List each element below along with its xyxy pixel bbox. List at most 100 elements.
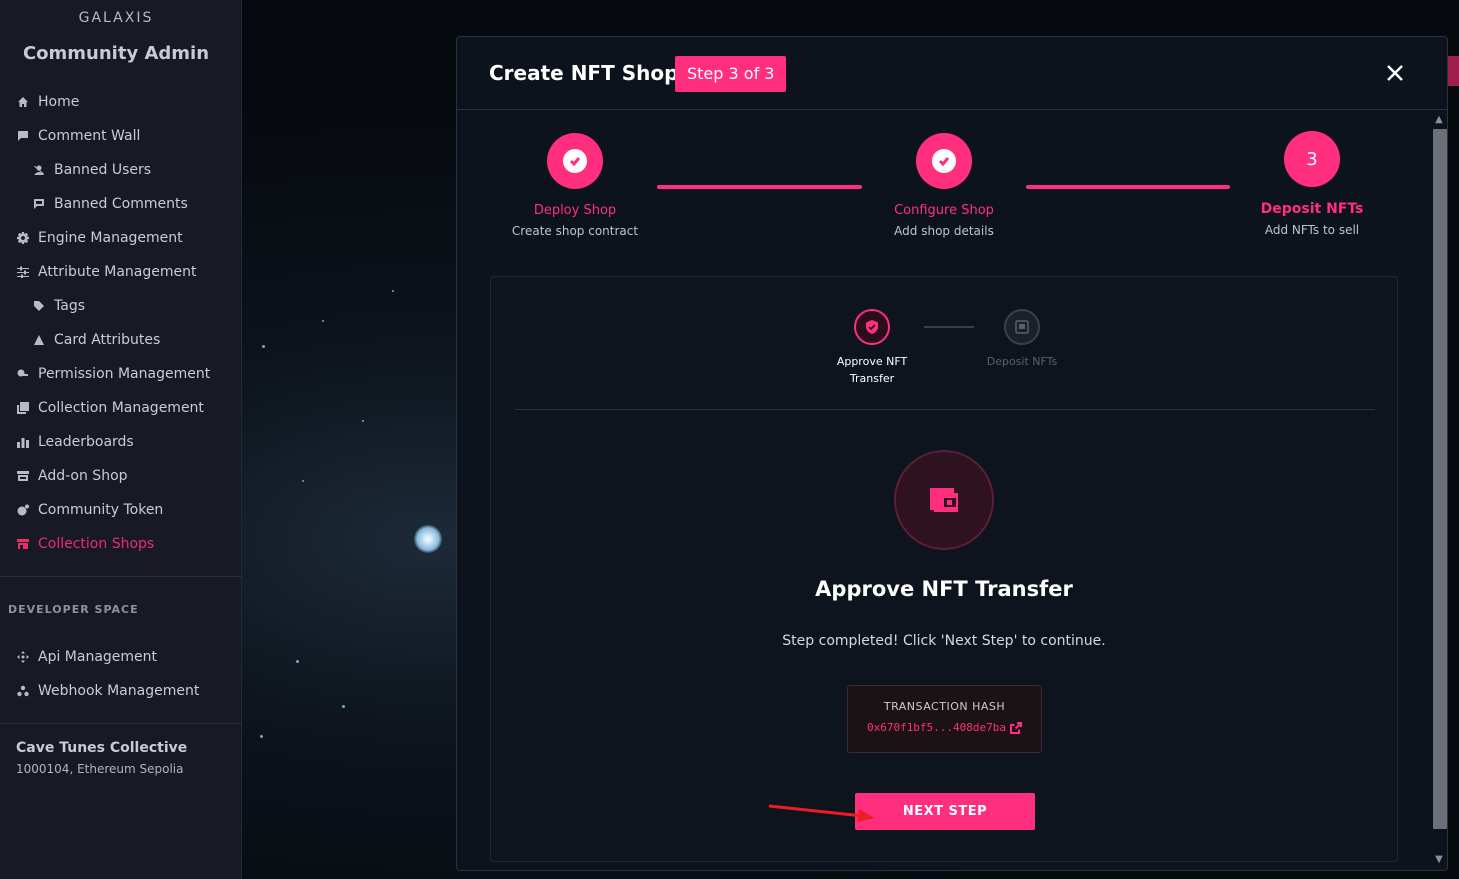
- sliders-icon: [16, 265, 30, 279]
- sidebar-item-label: Collection Shops: [38, 536, 155, 552]
- step-label: Deploy Shop: [533, 203, 617, 218]
- sidebar-item-label: Collection Management: [38, 400, 204, 416]
- sidebar-item-banned-comments[interactable]: Banned Comments: [0, 187, 242, 221]
- sidebar-item-label: Add-on Shop: [38, 468, 128, 484]
- sidebar-item-label: Banned Users: [54, 162, 152, 178]
- step-desc: Create shop contract: [511, 224, 639, 238]
- step-label: Deposit NFTs: [1260, 201, 1364, 217]
- sidebar-item-collection-shops[interactable]: Collection Shops: [0, 527, 242, 561]
- sidebar-item-addon-shop[interactable]: Add-on Shop: [0, 459, 242, 493]
- comment-icon: [16, 129, 30, 143]
- shop-icon: [16, 469, 30, 483]
- sidebar-item-label: Tags: [54, 298, 85, 314]
- sidebar-item-webhook-management[interactable]: Webhook Management: [0, 674, 242, 708]
- external-link-icon: [1010, 721, 1023, 734]
- step-active-circle: 3: [1284, 131, 1340, 187]
- deposit-icon: [1004, 309, 1040, 345]
- sidebar-item-label: Engine Management: [38, 230, 183, 246]
- hash-value: 0x670f1bf5...408de7ba: [866, 721, 1007, 734]
- sidebar-item-api-management[interactable]: Api Management: [0, 640, 242, 674]
- modal-scrollbar[interactable]: ▲ ▼: [1431, 111, 1447, 870]
- sidebar-item-label: Comment Wall: [38, 128, 141, 144]
- scroll-up-icon[interactable]: ▲: [1434, 115, 1444, 125]
- key-icon: [16, 367, 30, 381]
- wallet-icon: [894, 450, 994, 550]
- sidebar-item-tags[interactable]: Tags: [0, 289, 242, 323]
- annotation-arrow: [768, 804, 875, 822]
- star: [260, 735, 263, 738]
- step-desc: Add shop details: [894, 224, 994, 238]
- card-divider: [515, 409, 1375, 410]
- banned-comment-icon: [32, 197, 46, 211]
- api-icon: [16, 650, 30, 664]
- planet-graphic: [414, 525, 442, 553]
- sidebar-item-label: Permission Management: [38, 366, 211, 382]
- community-name: Cave Tunes Collective: [16, 740, 188, 756]
- token-icon: [16, 503, 30, 517]
- sidebar-item-label: Banned Comments: [54, 196, 188, 212]
- sidebar-item-collection-management[interactable]: Collection Management: [0, 391, 242, 425]
- next-step-button[interactable]: NEXT STEP: [855, 793, 1035, 830]
- check-icon: [932, 149, 956, 173]
- scrollbar-thumb[interactable]: [1433, 129, 1447, 829]
- step-deploy-shop: Deploy Shop Create shop contract: [485, 133, 665, 238]
- star: [322, 320, 324, 322]
- substep-approve-transfer: Approve NFT Transfer: [817, 309, 927, 387]
- sidebar-item-engine-management[interactable]: Engine Management: [0, 221, 242, 255]
- star: [296, 660, 299, 663]
- bar-chart-icon: [16, 435, 30, 449]
- sidebar-item-comment-wall[interactable]: Comment Wall: [0, 119, 242, 153]
- galaxis-logo: GALAXIS: [78, 10, 154, 26]
- close-icon: [1387, 65, 1403, 81]
- step-connector: [657, 185, 862, 189]
- star: [362, 420, 364, 422]
- card-message: Step completed! Click 'Next Step' to con…: [782, 633, 1106, 649]
- star: [302, 480, 304, 482]
- modal-title: Create NFT Shop: [489, 61, 679, 85]
- hash-label: TRANSACTION HASH: [883, 700, 1006, 713]
- community-network: 1000104, Ethereum Sepolia: [16, 762, 184, 776]
- community-info: Cave Tunes Collective 1000104, Ethereum …: [16, 740, 187, 776]
- modal-header: Create NFT Shop Step 3 of 3: [457, 37, 1447, 110]
- step-complete-circle: [916, 133, 972, 189]
- developer-nav: Api Management Webhook Management: [0, 640, 242, 708]
- step-connector: [1026, 185, 1230, 189]
- sidebar-item-label: Leaderboards: [38, 434, 134, 450]
- sidebar: GALAXIS Community Admin Home Comment Wal…: [0, 0, 242, 879]
- sidebar-item-permission-management[interactable]: Permission Management: [0, 357, 242, 391]
- sidebar-item-banned-users[interactable]: Banned Users: [0, 153, 242, 187]
- card-title: Approve NFT Transfer: [815, 577, 1073, 601]
- substep-label: Deposit NFTs: [986, 355, 1058, 368]
- sidebar-item-label: Card Attributes: [54, 332, 161, 348]
- sidebar-item-attribute-management[interactable]: Attribute Management: [0, 255, 242, 289]
- scroll-down-icon[interactable]: ▼: [1434, 855, 1444, 865]
- shield-icon: [854, 309, 890, 345]
- sidebar-item-label: Attribute Management: [38, 264, 197, 280]
- sidebar-item-leaderboards[interactable]: Leaderboards: [0, 425, 242, 459]
- webhook-icon: [16, 684, 30, 698]
- sidebar-divider: [0, 723, 242, 724]
- step-configure-shop: Configure Shop Add shop details: [854, 133, 1034, 238]
- step-complete-circle: [547, 133, 603, 189]
- star: [392, 290, 394, 292]
- tag-icon: [32, 299, 46, 313]
- sidebar-nav: Home Comment Wall Banned Users Banned Co…: [0, 85, 242, 561]
- hash-link[interactable]: 0x670f1bf5...408de7ba: [848, 721, 1041, 734]
- step-badge: Step 3 of 3: [675, 56, 787, 92]
- deposit-card: Approve NFT Transfer Deposit NFTs Approv…: [490, 276, 1398, 862]
- create-nft-shop-modal: Create NFT Shop Step 3 of 3 ▲ ▼ Deploy S…: [456, 36, 1448, 871]
- step-deposit-nfts: 3 Deposit NFTs Add NFTs to sell: [1222, 131, 1402, 237]
- gear-icon: [16, 231, 30, 245]
- sidebar-item-home[interactable]: Home: [0, 85, 242, 119]
- main-stepper: Deploy Shop Create shop contract Configu…: [457, 111, 1429, 281]
- sidebar-item-label: Api Management: [38, 649, 158, 665]
- close-button[interactable]: [1383, 61, 1407, 85]
- sidebar-item-label: Community Token: [38, 502, 164, 518]
- sidebar-item-community-token[interactable]: Community Token: [0, 493, 242, 527]
- admin-title: Community Admin: [22, 43, 210, 64]
- developer-space-title: DEVELOPER SPACE: [8, 603, 139, 616]
- step-label: Configure Shop: [894, 203, 994, 218]
- collection-icon: [16, 401, 30, 415]
- substep-label: Approve NFT Transfer: [836, 355, 908, 385]
- sidebar-item-card-attributes[interactable]: Card Attributes: [0, 323, 242, 357]
